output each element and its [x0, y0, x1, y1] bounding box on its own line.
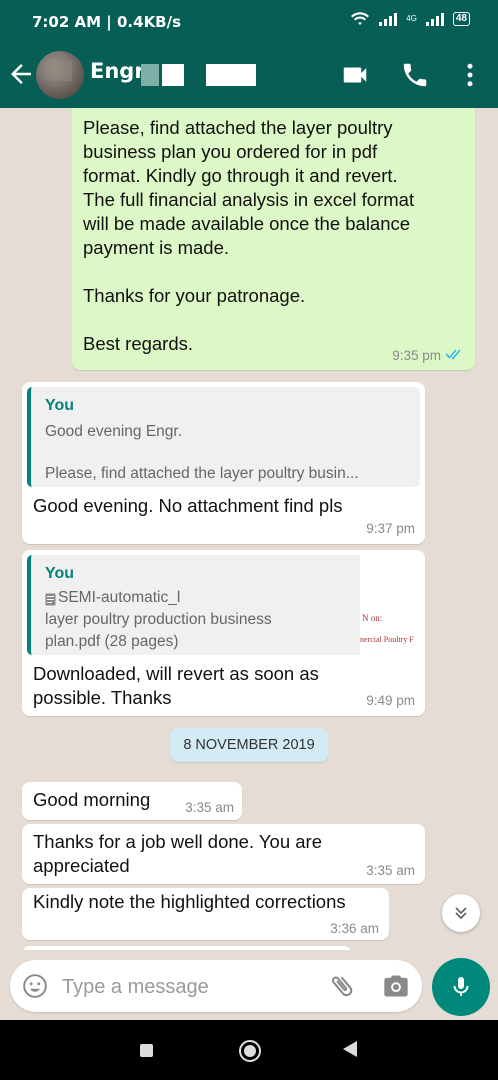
recent-apps-button[interactable] — [140, 1044, 153, 1057]
double-chevron-down-icon — [455, 907, 467, 920]
message-time: 3:36 am — [330, 921, 379, 936]
outgoing-message[interactable]: Please, find attached the layer poultry … — [72, 108, 475, 370]
message-time: 9:49 pm — [366, 693, 415, 708]
camera-icon[interactable] — [382, 972, 410, 1000]
home-button[interactable] — [239, 1040, 261, 1062]
video-call-icon[interactable] — [340, 60, 370, 90]
quote-file-name: SEMI-automatic_l — [58, 589, 181, 606]
attach-icon[interactable] — [328, 972, 356, 1000]
message-text: Good morning — [33, 789, 151, 810]
quote-line: Please, find attached the layer poultry … — [45, 465, 359, 482]
message-text: Good evening. No attachment find pls — [33, 495, 343, 516]
chat-area[interactable]: Please, find attached the layer poultry … — [0, 108, 498, 950]
message-time: 3:35 am — [185, 800, 234, 815]
quote-file-line: plan.pdf (28 pages) — [45, 633, 179, 650]
redaction-mark — [141, 64, 159, 86]
chat-header: Engr — [0, 42, 498, 108]
wifi-icon — [351, 12, 370, 25]
status-time: 7:02 AM | 0.4KB/s — [32, 13, 182, 31]
status-bar: 7:02 AM | 0.4KB/s 4G 48 — [0, 0, 498, 42]
incoming-message[interactable]: Kindly note the highlighted corrections … — [22, 888, 389, 940]
quoted-message[interactable]: You SEMI-automatic_l layer poultry produ… — [27, 555, 420, 655]
message-time: 3:35 am — [366, 863, 415, 878]
contact-name[interactable]: Engr — [90, 59, 145, 83]
thumbnail-text: nercial Poultry F — [360, 635, 414, 644]
incoming-message[interactable]: You Good evening Engr. Please, find atta… — [22, 382, 425, 544]
message-composer — [10, 960, 422, 1012]
message-text: Kindly note the highlighted corrections — [33, 891, 346, 912]
voice-call-icon[interactable] — [400, 60, 430, 90]
document-icon — [45, 593, 56, 606]
network-type: 4G — [406, 14, 417, 23]
more-options-icon[interactable] — [455, 60, 485, 90]
quote-file-line: layer poultry production business — [45, 611, 272, 628]
quote-author: You — [45, 565, 75, 582]
signal-icon — [379, 13, 398, 26]
message-text: Downloaded, will revert as soon as possi… — [33, 663, 319, 708]
quote-line: Good evening Engr. — [45, 423, 183, 440]
message-text: Thanks for a job well done. You are appr… — [33, 831, 322, 876]
incoming-message-partial[interactable] — [22, 946, 352, 950]
incoming-message[interactable]: Thanks for a job well done. You are appr… — [22, 824, 425, 884]
redaction-mark — [206, 64, 256, 86]
back-arrow-icon[interactable] — [6, 59, 36, 89]
incoming-message[interactable]: Good morning 3:35 am — [22, 782, 242, 820]
avatar[interactable] — [36, 51, 84, 99]
incoming-message[interactable]: You SEMI-automatic_l layer poultry produ… — [22, 550, 425, 716]
system-back-button[interactable] — [343, 1041, 357, 1057]
message-text: Please, find attached the layer poultry … — [83, 117, 415, 354]
document-thumbnail: N on: nercial Poultry F — [360, 555, 420, 655]
read-ticks-icon — [445, 349, 461, 360]
quoted-message[interactable]: You Good evening Engr. Please, find atta… — [27, 387, 420, 487]
scroll-to-bottom-button[interactable] — [442, 894, 480, 932]
redaction-mark — [162, 64, 184, 86]
thumbnail-text: N on: — [362, 613, 383, 623]
voice-record-button[interactable] — [432, 958, 490, 1016]
microphone-icon — [453, 977, 469, 996]
quote-author: You — [45, 397, 75, 414]
message-input[interactable] — [60, 970, 314, 1004]
status-icons: 4G 48 — [350, 11, 470, 27]
message-time: 9:37 pm — [366, 521, 415, 536]
signal-icon-2 — [425, 13, 444, 26]
message-time: 9:35 pm — [392, 348, 441, 363]
battery-icon: 48 — [452, 12, 470, 26]
date-separator: 8 NOVEMBER 2019 — [170, 728, 328, 762]
emoji-icon[interactable] — [22, 973, 48, 999]
